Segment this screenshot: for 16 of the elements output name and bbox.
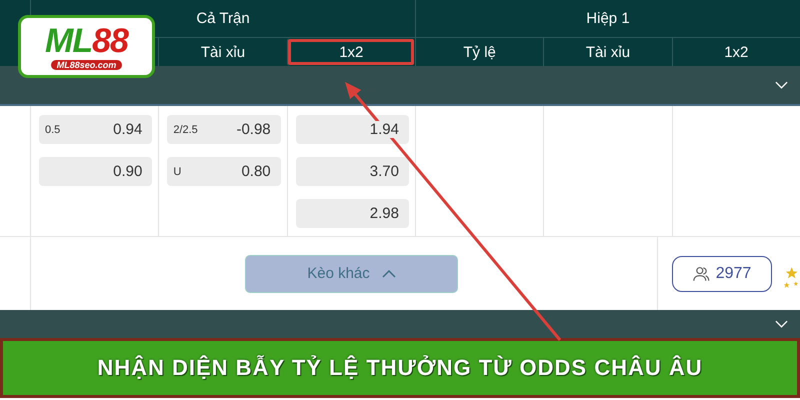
odds-button[interactable]: U 0.80	[167, 157, 281, 186]
logo: ML88 ML88seo.com	[18, 15, 155, 78]
column-header[interactable]: 1x2	[286, 38, 415, 66]
viewers-button[interactable]: 2977	[672, 256, 772, 292]
chevron-down-icon[interactable]	[775, 81, 788, 89]
people-icon	[692, 266, 710, 282]
odds-button[interactable]: 1.94	[296, 115, 409, 144]
odds-button[interactable]: 0.90	[39, 157, 152, 186]
caret-up-icon	[382, 270, 396, 278]
group-header: Hiệp 1	[414, 0, 800, 38]
odds-button[interactable]: 0.5 0.94	[39, 115, 152, 144]
odds-button[interactable]: 2.98	[296, 199, 409, 228]
odds-button[interactable]: 3.70	[296, 157, 409, 186]
odds-button[interactable]: 2/2.5 -0.98	[167, 115, 281, 144]
chevron-down-icon[interactable]	[775, 320, 788, 328]
banner-title: NHẬN DIỆN BẪY TỶ LỆ THƯỞNG TỪ ODDS CHÂU ÂU	[97, 355, 703, 381]
